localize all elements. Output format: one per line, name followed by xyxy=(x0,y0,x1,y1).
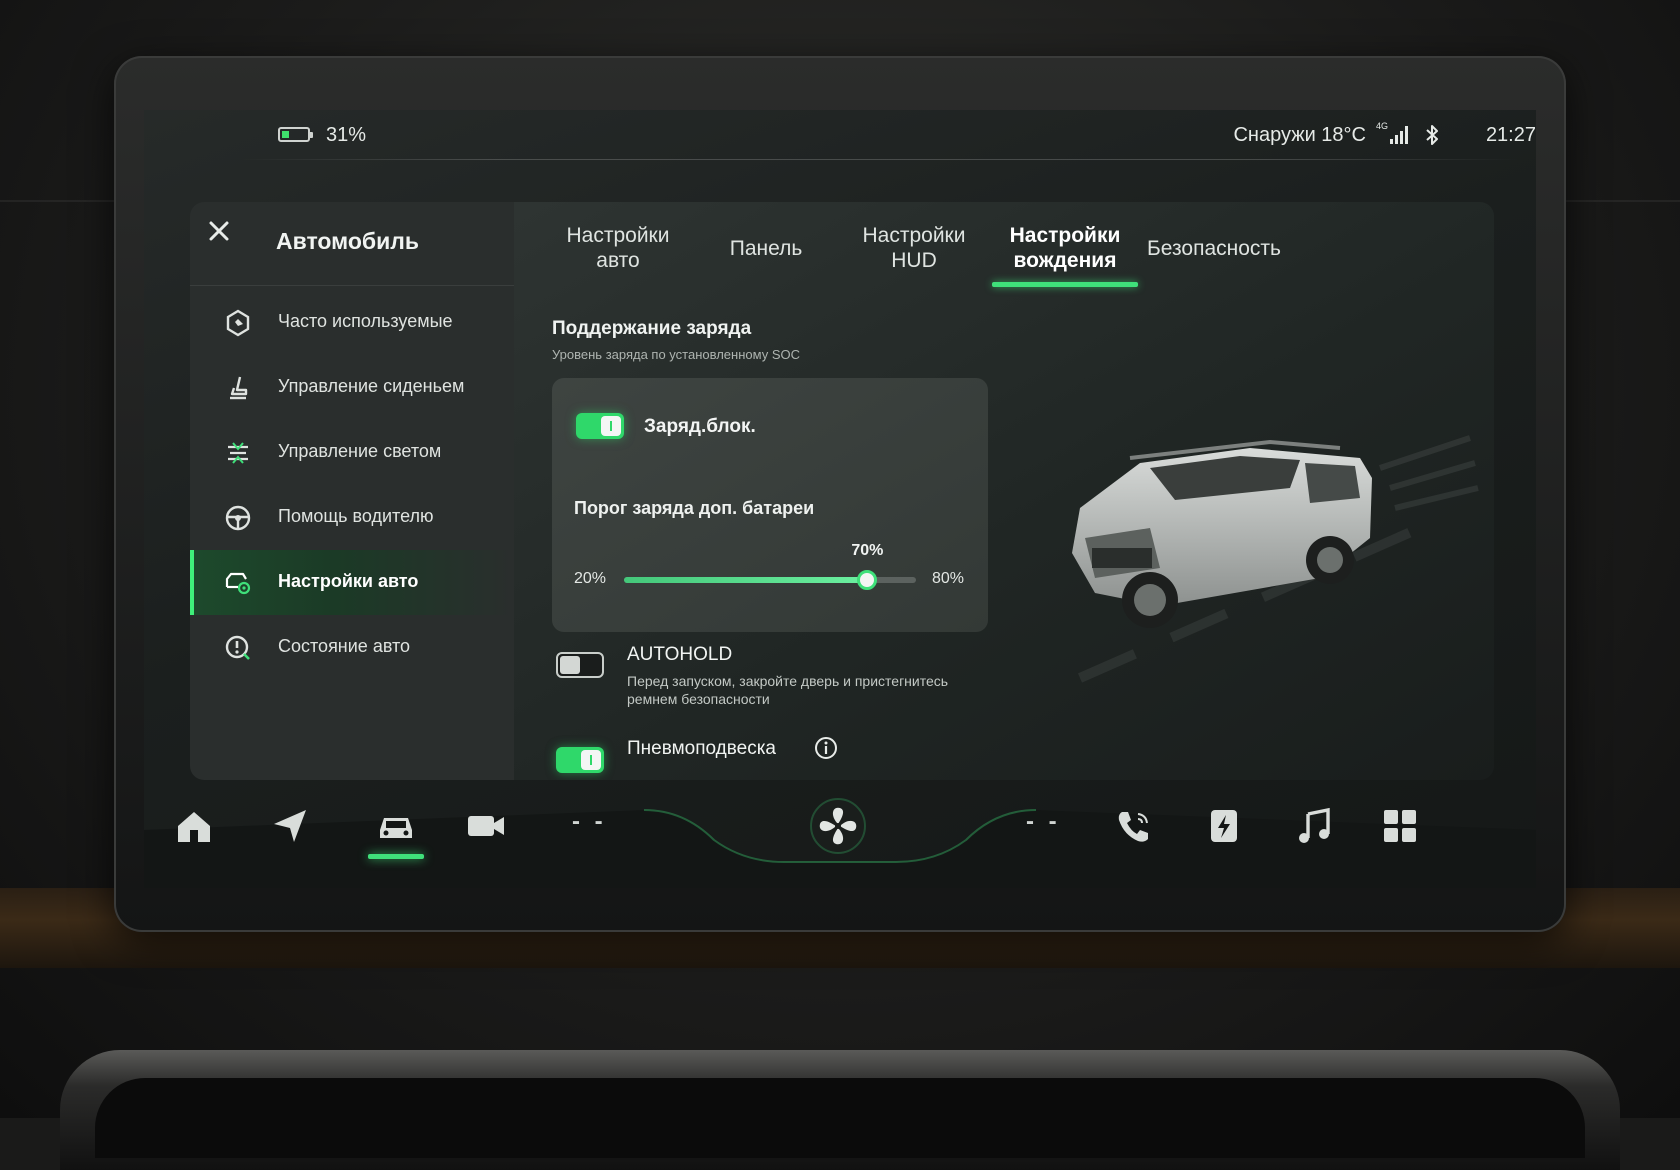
sidebar-item-frequent[interactable]: Часто используемые xyxy=(190,290,514,355)
status-right-group: Снаружи 18°C 4G 21:27 xyxy=(1116,121,1536,150)
tab-safety[interactable]: Безопасность xyxy=(1134,218,1294,278)
status-bar: 31% Снаружи 18°C 4G 21:27 xyxy=(144,110,1536,162)
sidebar-item-light[interactable]: Управление светом xyxy=(190,420,514,485)
frequent-icon xyxy=(226,309,250,337)
sidebar-item-label: Часто используемые xyxy=(278,311,453,331)
camera-icon[interactable] xyxy=(466,806,506,846)
sidebar: Автомобиль Часто используемые Управление… xyxy=(190,202,514,780)
signal-icon xyxy=(1390,126,1408,144)
dock-active-indicator xyxy=(368,854,424,859)
air-suspension-title: Пневмоподвеска xyxy=(627,738,776,759)
car-status-icon xyxy=(225,635,250,660)
light-icon xyxy=(228,442,248,464)
charge-lock-label: Заряд.блок. xyxy=(644,416,756,437)
tab-label: Панель xyxy=(729,236,803,260)
phone-icon[interactable] xyxy=(1114,806,1154,846)
toggle-knob xyxy=(560,656,580,674)
settings-content: Настройки авто Панель Настройки HUD Наст… xyxy=(514,202,1494,780)
tab-label: Настройки HUD xyxy=(862,224,966,272)
sidebar-item-label: Управление светом xyxy=(278,441,442,461)
charging-icon[interactable] xyxy=(1204,806,1244,846)
air-vent-opening xyxy=(95,1078,1585,1158)
sidebar-item-label: Настройки авто xyxy=(278,571,419,591)
sidebar-divider xyxy=(190,285,514,286)
section-title: Поддержание заряда xyxy=(552,318,752,339)
autohold-toggle[interactable] xyxy=(556,652,604,678)
outside-temperature: Снаружи 18°C xyxy=(1233,124,1366,146)
autohold-description: Перед запуском, закройте дверь и пристег… xyxy=(627,673,949,707)
sidebar-item-label: Управление сиденьем xyxy=(278,376,465,396)
toggle-knob xyxy=(581,750,601,770)
sidebar-title: Автомобиль xyxy=(276,228,420,254)
sidebar-item-driver-assist[interactable]: Помощь водителю xyxy=(190,485,514,550)
status-divider xyxy=(240,159,1520,160)
infotainment-screen: 31% Снаружи 18°C 4G 21:27 Автомобиль Час… xyxy=(144,110,1536,888)
tab-car-settings[interactable]: Настройки авто xyxy=(548,218,688,278)
charge-lock-toggle[interactable] xyxy=(576,413,624,439)
section-subtitle: Уровень заряда по установленному SOC xyxy=(552,347,800,362)
passenger-temp[interactable]: - - xyxy=(1026,808,1061,836)
sidebar-item-car-settings[interactable]: Настройки авто xyxy=(190,550,514,615)
navigation-icon[interactable] xyxy=(270,806,310,846)
threshold-label: Порог заряда доп. батареи xyxy=(574,498,815,518)
clock: 21:27 xyxy=(1485,124,1536,146)
sidebar-item-label: Состояние авто xyxy=(278,636,411,656)
tab-hud[interactable]: Настройки HUD xyxy=(844,218,984,278)
sidebar-item-car-status[interactable]: Состояние авто xyxy=(190,615,514,680)
sidebar-item-seat[interactable]: Управление сиденьем xyxy=(190,355,514,420)
battery-percent: 31% xyxy=(326,124,367,146)
charge-threshold-slider[interactable] xyxy=(624,570,916,590)
seat-icon xyxy=(230,376,248,400)
bottom-dock: - - - - xyxy=(144,770,1536,888)
slider-value-label: 70% xyxy=(851,542,884,559)
bluetooth-icon xyxy=(1426,125,1438,145)
autohold-title: AUTOHOLD xyxy=(627,644,733,665)
car-icon[interactable] xyxy=(374,806,418,846)
close-icon[interactable] xyxy=(204,216,234,246)
slider-fill xyxy=(624,577,868,583)
steering-wheel-icon xyxy=(225,505,251,531)
car-settings-icon xyxy=(225,572,251,595)
network-type: 4G xyxy=(1375,121,1388,131)
slider-min-label: 20% xyxy=(574,570,607,587)
info-icon[interactable] xyxy=(814,736,838,760)
tab-label: Настройки вождения xyxy=(1009,224,1121,272)
suv-image xyxy=(1072,435,1479,683)
apps-icon[interactable] xyxy=(1380,806,1420,846)
music-icon[interactable] xyxy=(1294,806,1334,846)
sidebar-item-label: Помощь водителю xyxy=(278,506,434,526)
charge-card: Заряд.блок. Порог заряда доп. батареи 70… xyxy=(552,378,988,632)
active-tab-indicator xyxy=(992,282,1138,287)
toggle-knob xyxy=(601,416,621,436)
tab-label: Настройки авто xyxy=(566,224,670,272)
slider-handle[interactable] xyxy=(857,570,878,590)
tab-label: Безопасность xyxy=(1147,236,1281,260)
tab-driving-settings[interactable]: Настройки вождения xyxy=(995,218,1135,278)
fan-icon[interactable] xyxy=(808,796,868,856)
battery-level-fill xyxy=(282,131,289,138)
slider-max-label: 80% xyxy=(932,570,965,587)
home-icon[interactable] xyxy=(174,806,214,846)
battery-icon xyxy=(278,127,313,142)
driver-temp[interactable]: - - xyxy=(572,808,607,836)
tab-panel[interactable]: Панель xyxy=(696,218,836,278)
